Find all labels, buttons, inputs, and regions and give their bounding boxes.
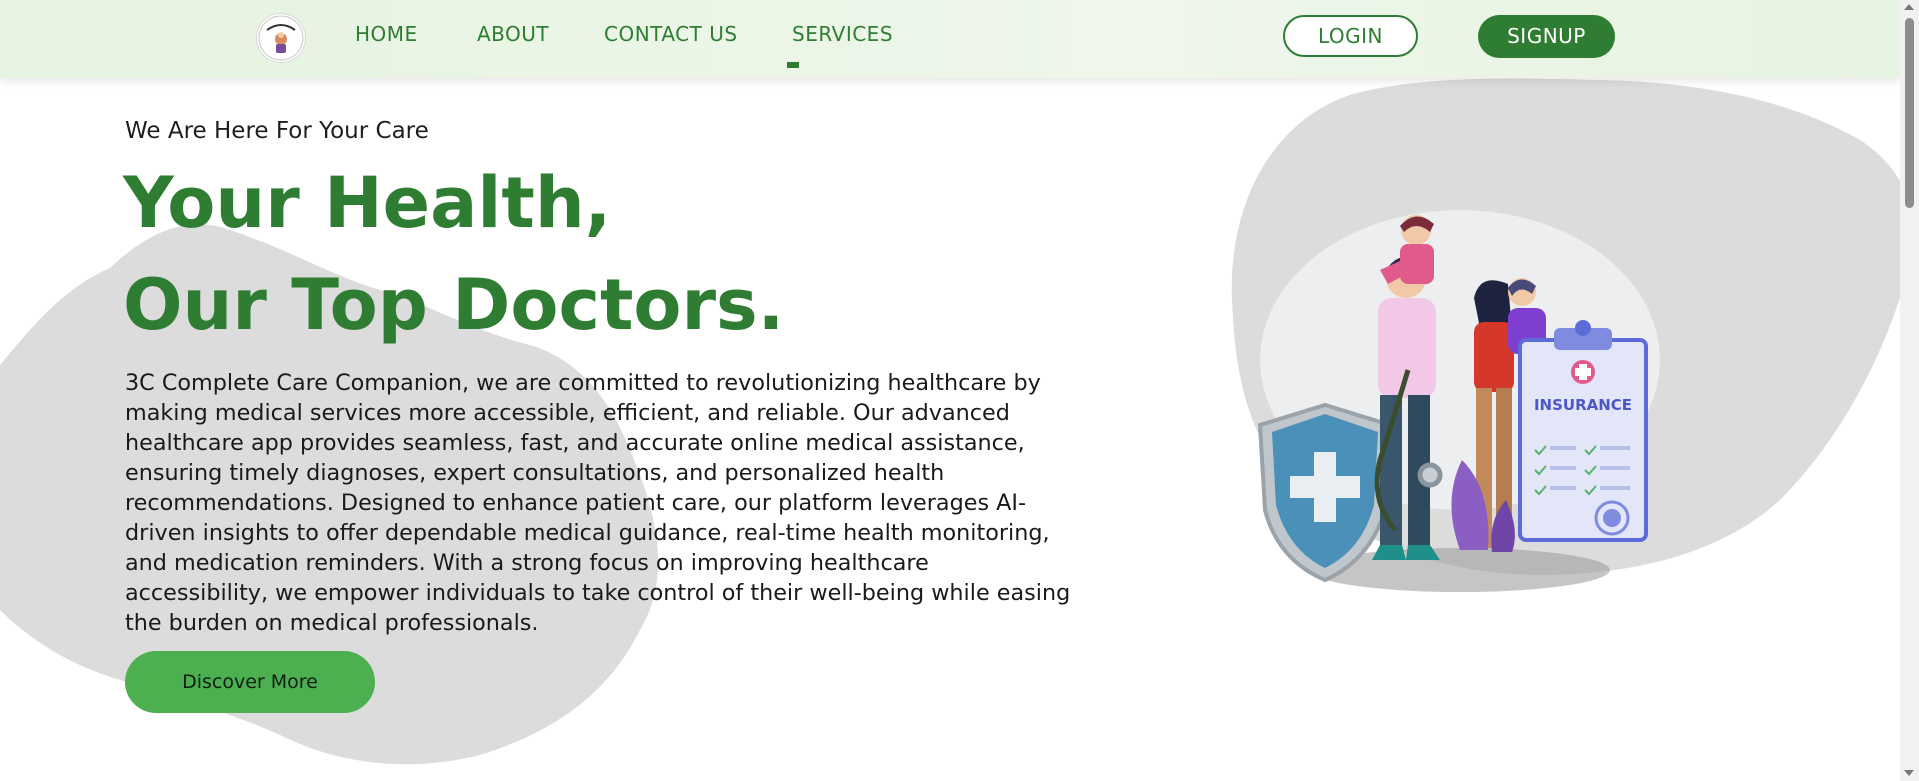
3c-logo-icon[interactable] xyxy=(256,13,306,63)
insurance-clipboard: INSURANCE xyxy=(1518,320,1648,542)
active-nav-indicator xyxy=(787,62,799,68)
hero-eyebrow: We Are Here For Your Care xyxy=(125,118,429,144)
signup-button[interactable]: SIGNUP xyxy=(1478,15,1615,58)
discover-more-button[interactable]: Discover More xyxy=(125,651,375,713)
nav-link-contact-us[interactable]: CONTACT US xyxy=(604,22,738,46)
scroll-down-icon[interactable] xyxy=(1904,770,1914,776)
login-button[interactable]: LOGIN xyxy=(1283,15,1418,57)
family-insurance-illustration: INSURANCE xyxy=(1257,210,1660,592)
nav-link-about[interactable]: ABOUT xyxy=(477,22,549,46)
hero-description: 3C Complete Care Companion, we are commi… xyxy=(125,370,1071,636)
nav-link-home[interactable]: HOME xyxy=(355,22,418,46)
page-scrollbar[interactable] xyxy=(1900,0,1919,781)
scrollbar-thumb[interactable] xyxy=(1905,18,1914,208)
insurance-label: INSURANCE xyxy=(1534,396,1632,414)
hero-headline-line1: Your Health, xyxy=(123,162,612,244)
nav-link-services[interactable]: SERVICES xyxy=(792,22,893,46)
hero-headline-line2: Our Top Doctors. xyxy=(123,264,785,346)
top-navbar: HOME ABOUT CONTACT US SERVICES LOGIN SIG… xyxy=(0,0,1900,78)
scroll-up-icon[interactable] xyxy=(1904,4,1914,10)
